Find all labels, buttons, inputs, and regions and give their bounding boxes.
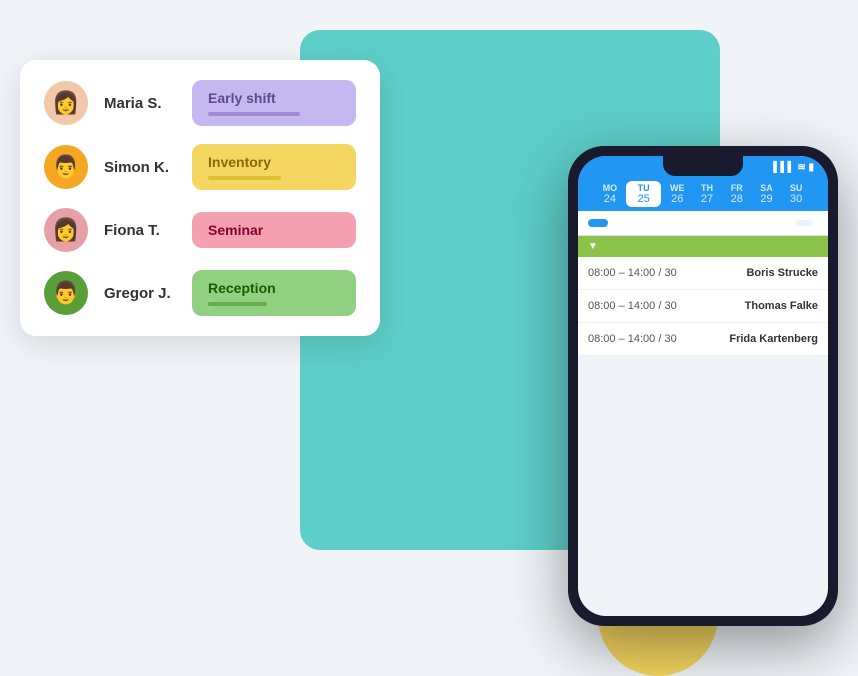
day-tu[interactable]: TU25 <box>626 181 662 207</box>
shift-label-simon: Inventory <box>208 154 340 170</box>
day-we[interactable]: WE26 <box>663 183 691 205</box>
shift-bar-maria <box>208 112 300 116</box>
person-name-gregor: Gregor J. <box>104 285 176 302</box>
shift-row-0[interactable]: 08:00 – 14:00 / 30 Boris Strucke <box>578 257 828 290</box>
week-navigation[interactable]: MO24TU25WE26TH27FR28SA29SU30 <box>578 177 828 211</box>
phone-frame: ▌▌▌ ≋ ▮ MO24TU25WE26TH27FR28SA29SU30 <box>568 146 838 626</box>
shift-badge-simon[interactable]: Inventory <box>192 144 356 190</box>
location-badge <box>796 220 812 226</box>
shift-label-maria: Early shift <box>208 90 340 106</box>
schedule-row-fiona: 👩 Fiona T. Seminar <box>44 208 356 252</box>
shift-bar-simon <box>208 176 281 180</box>
day-fr[interactable]: FR28 <box>723 183 751 205</box>
day-th[interactable]: TH27 <box>693 183 721 205</box>
phone-notch <box>663 156 743 176</box>
shift-bar-gregor <box>208 302 267 306</box>
shift-row-2[interactable]: 08:00 – 14:00 / 30 Frida Kartenberg <box>578 323 828 356</box>
date-header <box>578 211 828 236</box>
date-label <box>588 219 608 227</box>
shift-time-2: 08:00 – 14:00 / 30 <box>588 333 677 345</box>
section-header: ▼ <box>578 236 828 257</box>
avatar-maria: 👩 <box>44 81 88 125</box>
shift-row-1[interactable]: 08:00 – 14:00 / 30 Thomas Falke <box>578 290 828 323</box>
avatar-simon: 👨 <box>44 145 88 189</box>
person-name-maria: Maria S. <box>104 95 176 112</box>
shift-person-0: Boris Strucke <box>746 267 818 279</box>
phone-mockup: ▌▌▌ ≋ ▮ MO24TU25WE26TH27FR28SA29SU30 <box>568 146 838 626</box>
schedule-row-simon: 👨 Simon K. Inventory <box>44 144 356 190</box>
shift-badge-gregor[interactable]: Reception <box>192 270 356 316</box>
shift-badge-maria[interactable]: Early shift <box>192 80 356 126</box>
schedule-card: 👩 Maria S. Early shift 👨 Simon K. Invent… <box>20 60 380 336</box>
person-name-simon: Simon K. <box>104 159 176 176</box>
person-name-fiona: Fiona T. <box>104 222 176 239</box>
phone-screen: ▌▌▌ ≋ ▮ MO24TU25WE26TH27FR28SA29SU30 <box>578 156 828 616</box>
day-sa[interactable]: SA29 <box>753 183 781 205</box>
day-su[interactable]: SU30 <box>782 183 810 205</box>
shift-label-gregor: Reception <box>208 280 340 296</box>
shift-label-fiona: Seminar <box>208 222 340 238</box>
status-icons: ▌▌▌ ≋ ▮ <box>773 162 814 173</box>
next-week-arrow[interactable] <box>812 192 820 196</box>
shift-rows: 08:00 – 14:00 / 30 Boris Strucke 08:00 –… <box>578 257 828 356</box>
shift-badge-fiona[interactable]: Seminar <box>192 212 356 248</box>
schedule-row-maria: 👩 Maria S. Early shift <box>44 80 356 126</box>
shift-person-1: Thomas Falke <box>745 300 818 312</box>
shift-time-1: 08:00 – 14:00 / 30 <box>588 300 677 312</box>
shift-person-2: Frida Kartenberg <box>729 333 818 345</box>
day-mo[interactable]: MO24 <box>596 183 624 205</box>
schedule-row-gregor: 👨 Gregor J. Reception <box>44 270 356 316</box>
shift-time-0: 08:00 – 14:00 / 30 <box>588 267 677 279</box>
avatar-gregor: 👨 <box>44 271 88 315</box>
avatar-fiona: 👩 <box>44 208 88 252</box>
section-label: ▼ <box>588 241 602 252</box>
prev-week-arrow[interactable] <box>586 192 594 196</box>
